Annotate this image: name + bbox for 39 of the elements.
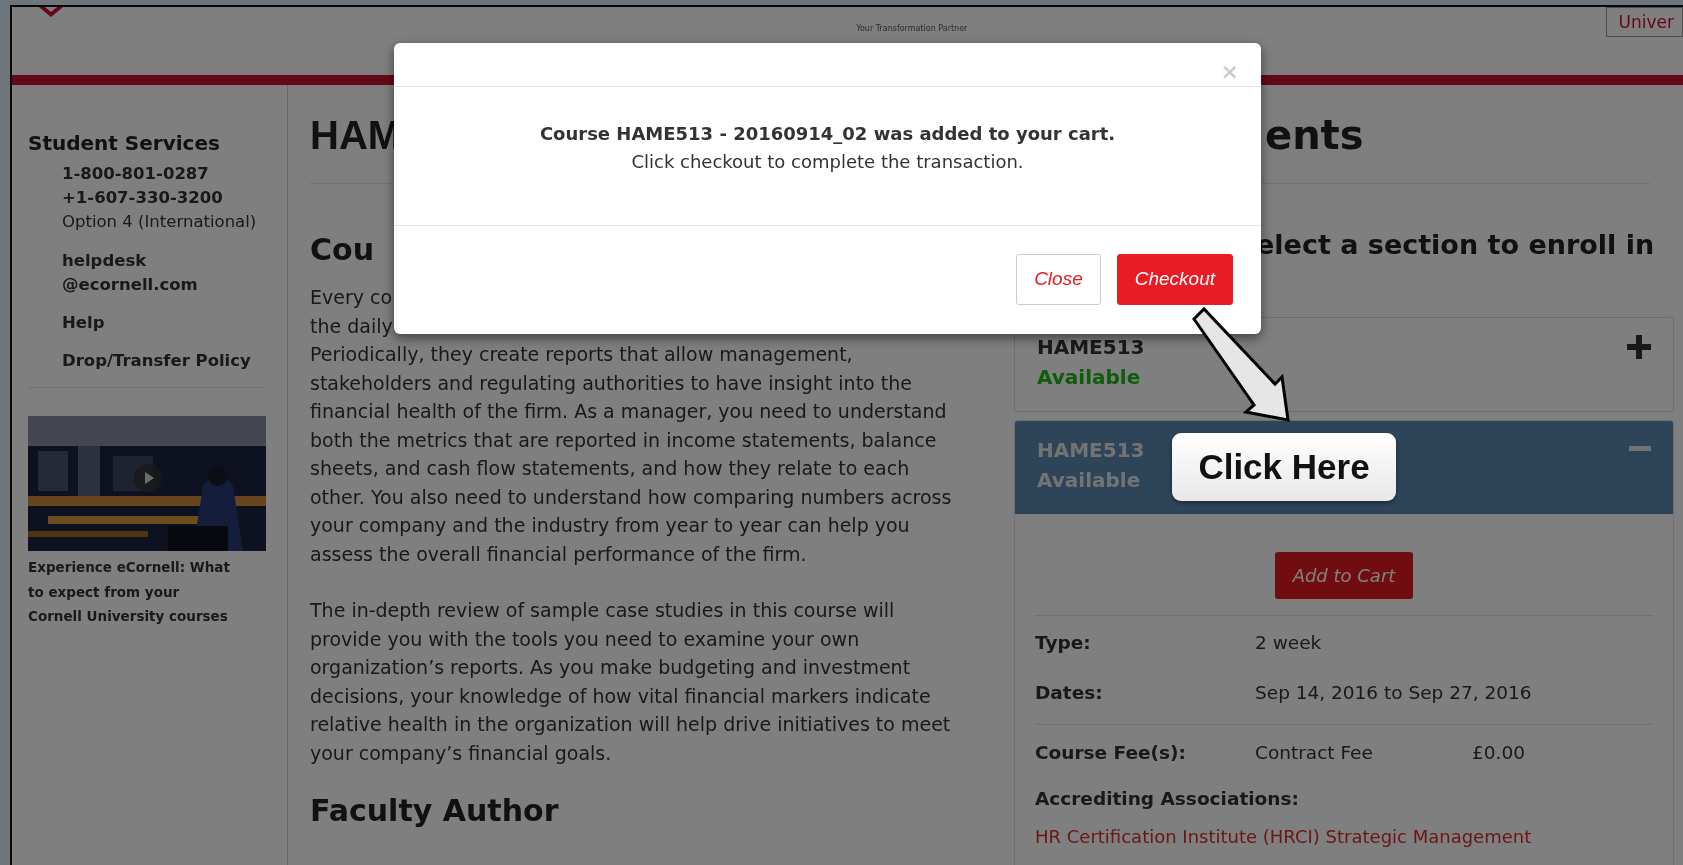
description-text: The in-depth review of sample case studies in this course will provide you with the tools you need to examine your own organization’s reports. As you make budgeting and investment decisions, your knowledge of how vital financial markers indicate relative health in the organization will help drive initiatives to meet your company’s financial goals. [310,598,952,766]
play-icon[interactable] [134,464,162,492]
page-heading: ents [1265,112,1364,158]
modal-message: Course HAME513 - 20160914_02 was added to your cart. [538,122,1117,146]
callout-label: Click Here [1172,433,1396,501]
detail-value: Contract Fee [1255,741,1374,766]
close-button[interactable]: Close [1016,254,1101,305]
status-text: Available [1037,467,1142,494]
sidebar-title: Student Services [28,130,221,157]
email-link[interactable]: helpdesk @ecornell.com [28,249,265,297]
description-text: Every co [310,285,394,310]
accreditation-link[interactable]: HR Certification Institute (HRCI) Strategic Management [1035,822,1532,850]
section-header[interactable]: HAME513 Available [1015,318,1673,411]
detail-label: Accrediting Associations: [1035,787,1299,811]
checkout-button[interactable]: Checkout [1116,254,1233,305]
detail-label: Dates: [1035,681,1104,706]
phone-text: +1-607-330-3200 [61,187,224,209]
add-to-cart-button[interactable]: Add to Cart [1274,552,1414,599]
description-text: the daily [310,313,394,339]
section-code: HAME513 [1037,437,1145,464]
sidebar-link[interactable]: Help [28,311,265,335]
section-heading: Cou [310,231,375,269]
university-link[interactable]: Univer [1605,7,1683,37]
tagline: Your Transformation Partner [856,23,968,35]
detail-label: Type: [1035,631,1092,656]
detail-value: 2 week [1255,631,1322,656]
expand-icon[interactable] [1627,334,1651,359]
section-heading: Faculty Author [310,792,560,830]
detail-label: Course Fee(s): [1035,741,1187,766]
phone-text: 1-800-801-0287 [61,163,210,185]
status-text: Available [1037,364,1142,391]
fee-amount: £0.00 [1472,741,1525,766]
modal-message: Click checkout to complete the transaction. [630,150,1025,174]
video-caption[interactable]: Experience eCornell: What to expect from your Cornell University courses [28,555,233,629]
sidebar-link[interactable]: Drop/Transfer Policy [28,349,265,373]
section-code: HAME513 [1037,334,1145,361]
detail-value: Sep 14, 2016 to Sep 27, 2016 [1255,681,1532,706]
phone-text: Option 4 (International) [61,211,258,233]
description-text: Periodically, they create reports that allow management, stakeholders and regulating authorities to have insight into the financial health of the firm. As a manager, you need to understand both the metrics that are reported in income statements, balance sheets, and cash flow statements, and how they relate to each other. You also need to understand how comparing numbers across your company and the industry from year to year can help you assess the overall financial performance of the firm. [310,342,953,567]
